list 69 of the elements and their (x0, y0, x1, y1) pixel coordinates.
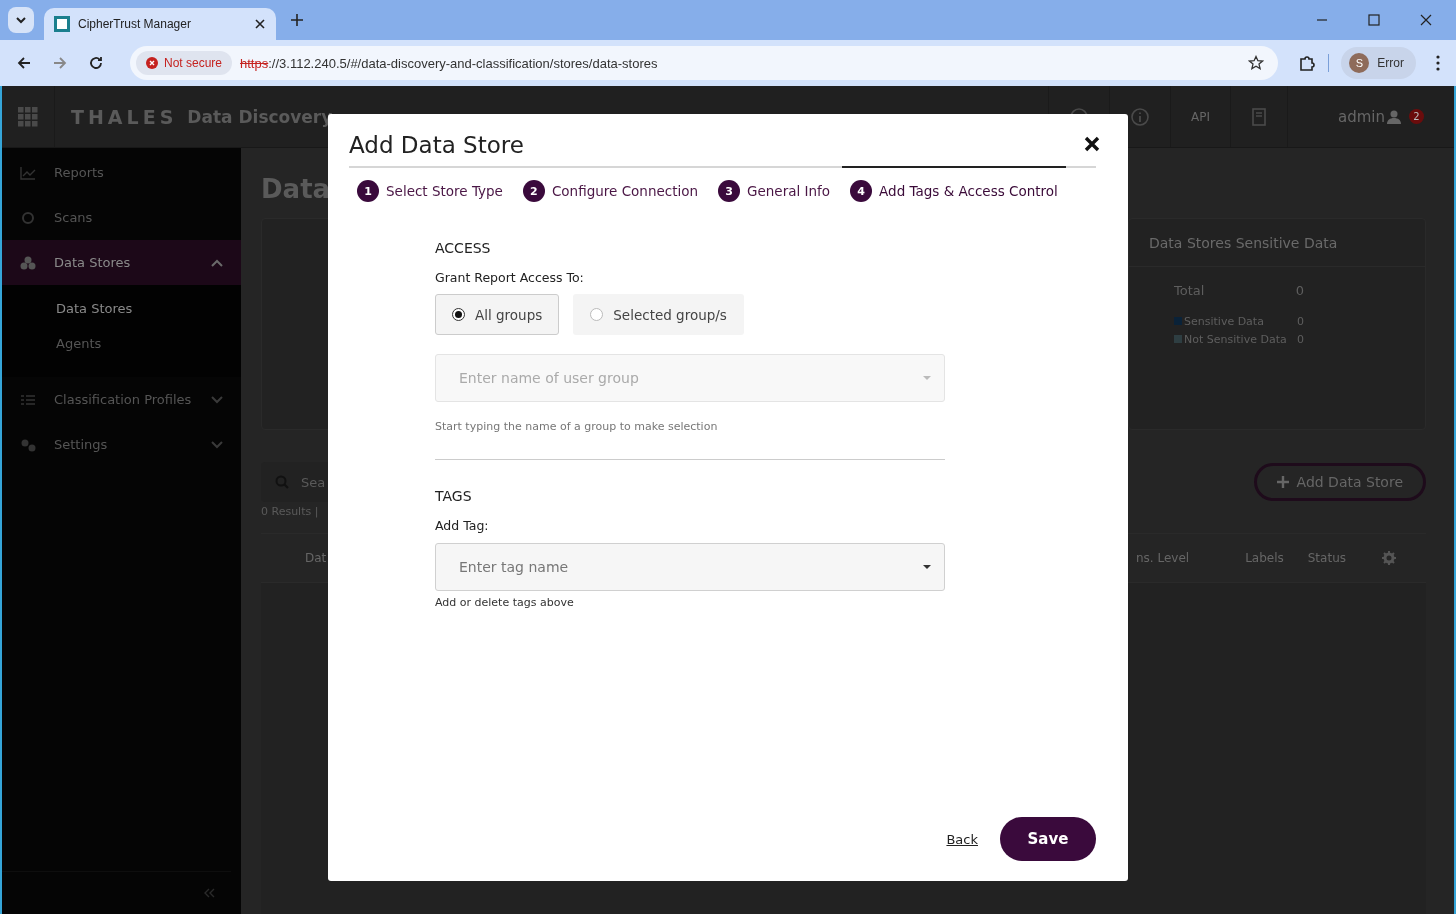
legend-label: Sensitive Data (1184, 314, 1264, 328)
checklist-icon (20, 392, 36, 407)
plus-icon (1276, 476, 1289, 488)
wizard-step[interactable]: 3 General Info (710, 166, 839, 202)
alert-count-badge: 2 (1409, 109, 1424, 124)
forward-arrow-icon[interactable] (52, 55, 68, 71)
close-icon[interactable] (254, 18, 266, 30)
close-icon[interactable] (1084, 136, 1100, 152)
chart-icon (20, 165, 36, 180)
field-label: Grant Report Access To: (435, 270, 585, 285)
nav-item[interactable]: Reports (2, 150, 241, 195)
wizard-step[interactable]: 2 Configure Connection (514, 166, 707, 202)
caret-icon (923, 376, 931, 380)
wizard-step[interactable]: 1 Select Store Type (349, 166, 511, 202)
nav-item[interactable]: Classification Profiles (2, 377, 241, 422)
browser-tab[interactable]: CipherTrust Manager (44, 8, 276, 40)
stat-label: Total (1174, 283, 1205, 298)
nav-subitem[interactable]: Data Stores (2, 291, 241, 326)
close-window-icon[interactable] (1420, 14, 1432, 26)
star-icon[interactable] (1248, 55, 1265, 71)
puzzle-icon[interactable] (1298, 54, 1317, 72)
back-link[interactable]: Back (946, 831, 978, 847)
nav-item[interactable]: Settings (2, 422, 241, 467)
stat-value: 0 (1295, 283, 1304, 298)
maximize-icon[interactable] (1368, 14, 1380, 26)
api-link[interactable]: API (1191, 109, 1210, 124)
column-header[interactable]: Dat (305, 551, 327, 565)
nav-item[interactable]: Scans (2, 195, 241, 240)
column-header[interactable]: ns. Level (1135, 551, 1190, 565)
user-icon[interactable] (1387, 109, 1401, 124)
dialog-title: Add Data Store (349, 132, 524, 158)
hint-text: Start typing the name of a group to make selection (435, 420, 719, 433)
tag-field[interactable]: Enter tag name (435, 543, 945, 591)
error-icon (146, 57, 158, 69)
save-button[interactable]: Save (1000, 817, 1096, 861)
new-tab-icon[interactable] (290, 13, 304, 27)
square-icon (54, 16, 70, 32)
radio-option[interactable]: All groups (435, 294, 560, 335)
profile-button[interactable]: S Error (1341, 47, 1416, 79)
column-header[interactable]: Status (1307, 551, 1346, 565)
reload-icon[interactable] (88, 55, 104, 71)
wizard-step[interactable]: 4 Add Tags & Access Control (842, 166, 1066, 202)
legend-value: 0 (1297, 314, 1304, 328)
legend-value: 0 (1297, 332, 1304, 346)
address-bar[interactable]: Not secure https://3.112.240.5/#/data-discovery-and-classification/stores/data-stores (130, 46, 1279, 80)
caret-icon (923, 565, 931, 569)
cubes-icon (20, 255, 36, 270)
section-heading: ACCESS (435, 240, 492, 256)
back-arrow-icon[interactable] (16, 55, 32, 71)
chevron-up-icon[interactable] (211, 258, 223, 267)
field-label: Add Tag: (435, 518, 490, 533)
nav-subitem[interactable]: Agents (2, 326, 241, 361)
target-icon (20, 210, 36, 225)
user-name[interactable]: admin (1338, 107, 1385, 126)
tab-list-button[interactable] (8, 7, 34, 33)
card-title: Data Stores Sensitive Data (1129, 219, 1425, 267)
add-data-store-button[interactable]: Add Data Store (1253, 463, 1426, 501)
radio-option[interactable]: Selected group/s (573, 294, 744, 335)
url-text: https://3.112.240.5/#/data-discovery-and-classification/stores/data-stores (240, 55, 658, 71)
security-chip[interactable]: Not secure (136, 51, 233, 75)
brand-logo: THALES (71, 105, 178, 128)
legend-label: Not Sensitive Data (1184, 332, 1287, 346)
more-icon[interactable] (1436, 55, 1440, 71)
column-header[interactable]: Labels (1245, 551, 1284, 565)
product-title: Data Discovery (187, 106, 333, 127)
nav-item[interactable]: Data Stores (2, 240, 241, 285)
hint-text: Add or delete tags above (435, 596, 575, 609)
section-heading: TAGS (435, 488, 473, 504)
chevron-down-icon (15, 14, 27, 26)
